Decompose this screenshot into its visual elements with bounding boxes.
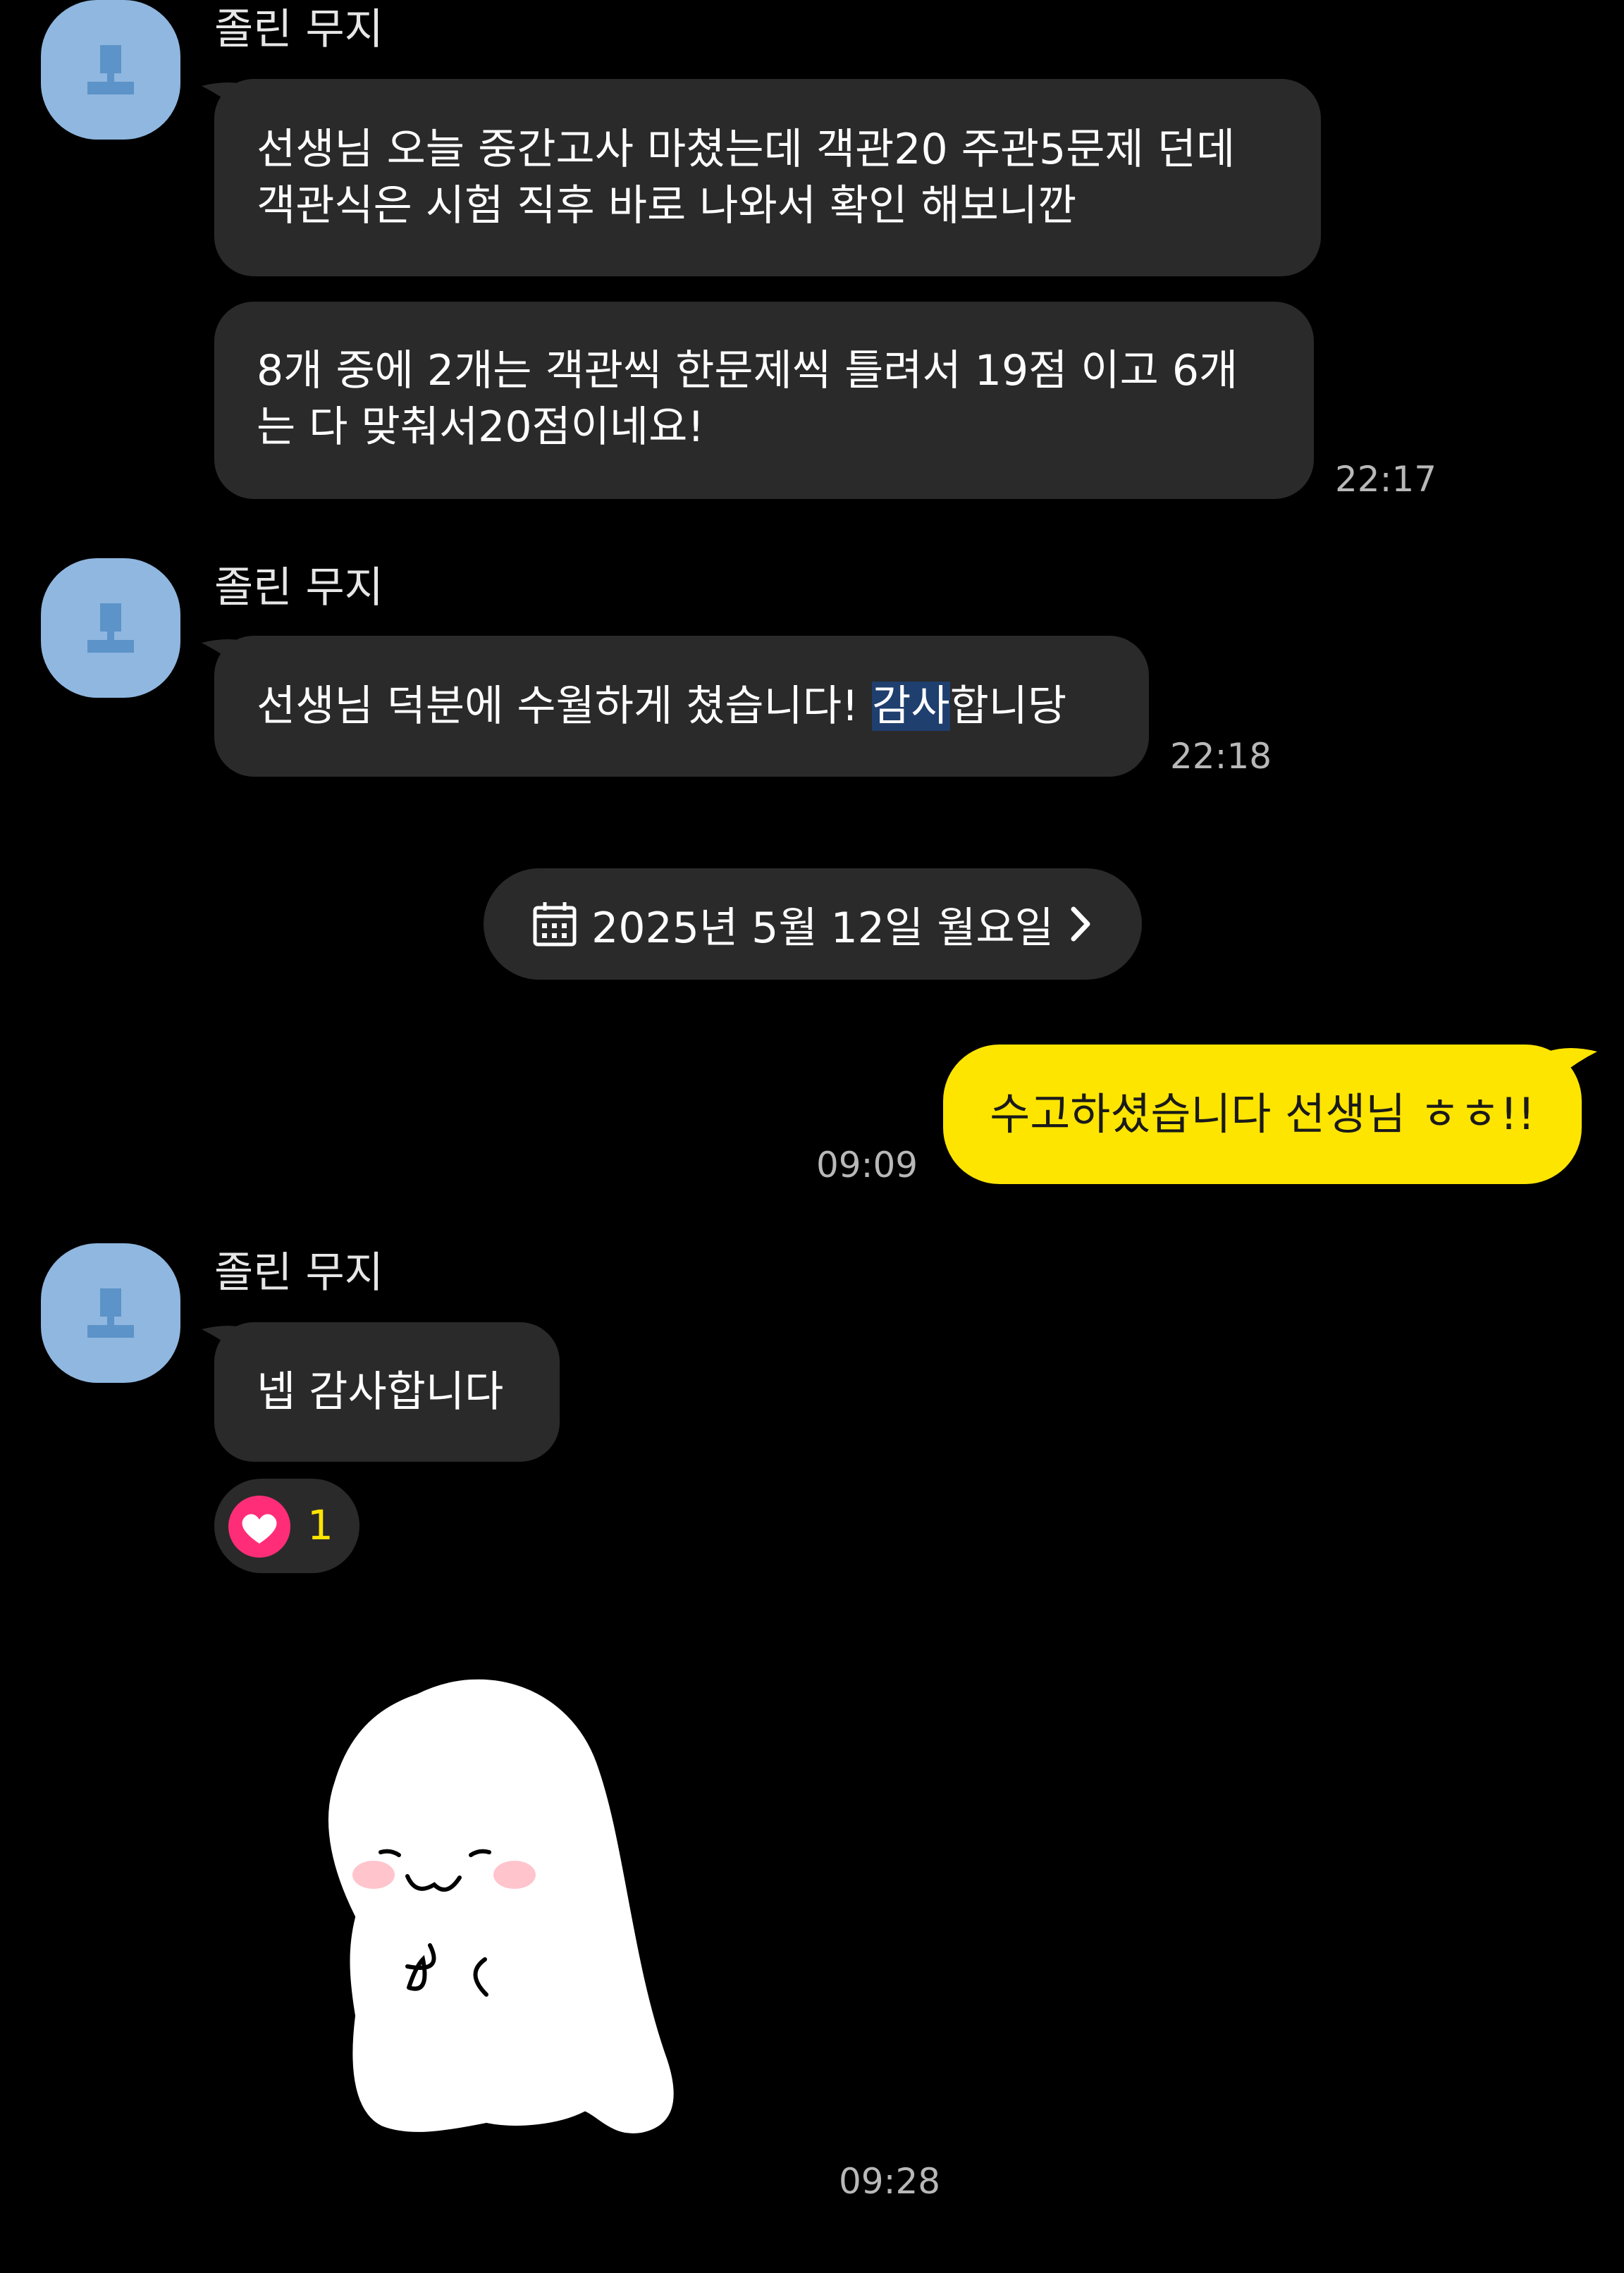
selected-text-highlight: 감사	[872, 682, 950, 731]
message-bubble[interactable]: 선생님 오늘 중간고사 마쳤는데 객관20 주관5문제 던데 객관식은 시험 직…	[214, 79, 1321, 276]
profile-placeholder-icon	[87, 45, 134, 94]
sender-name: 졸린 무지	[214, 563, 383, 612]
message-time: 09:09	[816, 1145, 918, 1185]
message-bubble[interactable]: 선생님 덕분에 수월하게 쳤습니다! 감사합니당	[214, 636, 1149, 777]
message-line: 8개 중에 2개는 객관씩 한문제씩 틀려서 19점 이고 6개	[257, 346, 1238, 395]
sender-name: 졸린 무지	[214, 5, 383, 54]
date-divider[interactable]: 2025년 5월 12일 월요일	[484, 868, 1142, 980]
avatar[interactable]	[41, 1243, 180, 1383]
profile-placeholder-icon	[87, 1288, 134, 1338]
message-time: 22:18	[1170, 736, 1272, 777]
reaction-badge[interactable]: 1	[214, 1479, 359, 1573]
heart-icon	[228, 1496, 290, 1558]
message-time: 22:17	[1335, 459, 1437, 500]
calendar-icon	[533, 902, 577, 947]
avatar[interactable]	[41, 558, 180, 698]
my-message-bubble[interactable]: 수고하셨습니다 선생님 ㅎㅎ!!	[943, 1045, 1582, 1184]
message-line: 는 다 맞춰서20점이네요!	[257, 402, 705, 452]
chevron-right-icon	[1071, 906, 1090, 942]
message-line: 선생님 오늘 중간고사 마쳤는데 객관20 주관5문제 던데	[257, 125, 1236, 174]
date-label: 2025년 5월 12일 월요일	[591, 903, 1054, 953]
message-bubble[interactable]: 8개 중에 2개는 객관씩 한문제씩 틀려서 19점 이고 6개 는 다 맞춰서…	[214, 302, 1314, 499]
message-text: 넵 감사합니다	[257, 1367, 504, 1417]
message-text: 합니당	[949, 682, 1067, 731]
profile-placeholder-icon	[87, 603, 134, 653]
reaction-count: 1	[307, 1501, 333, 1549]
white-ghost-sticker[interactable]	[303, 1663, 726, 2171]
message-time: 09:28	[839, 2161, 941, 2202]
message-text: 선생님 덕분에 수월하게 쳤습니다!	[257, 682, 873, 731]
sender-name: 졸린 무지	[214, 1248, 383, 1298]
message-text: 수고하셨습니다 선생님 ㅎㅎ!!	[990, 1088, 1535, 1140]
message-line: 객관식은 시험 직후 바로 나와서 확인 해보니깐	[257, 181, 1077, 230]
message-bubble[interactable]: 넵 감사합니다	[214, 1322, 560, 1462]
avatar[interactable]	[41, 0, 180, 140]
